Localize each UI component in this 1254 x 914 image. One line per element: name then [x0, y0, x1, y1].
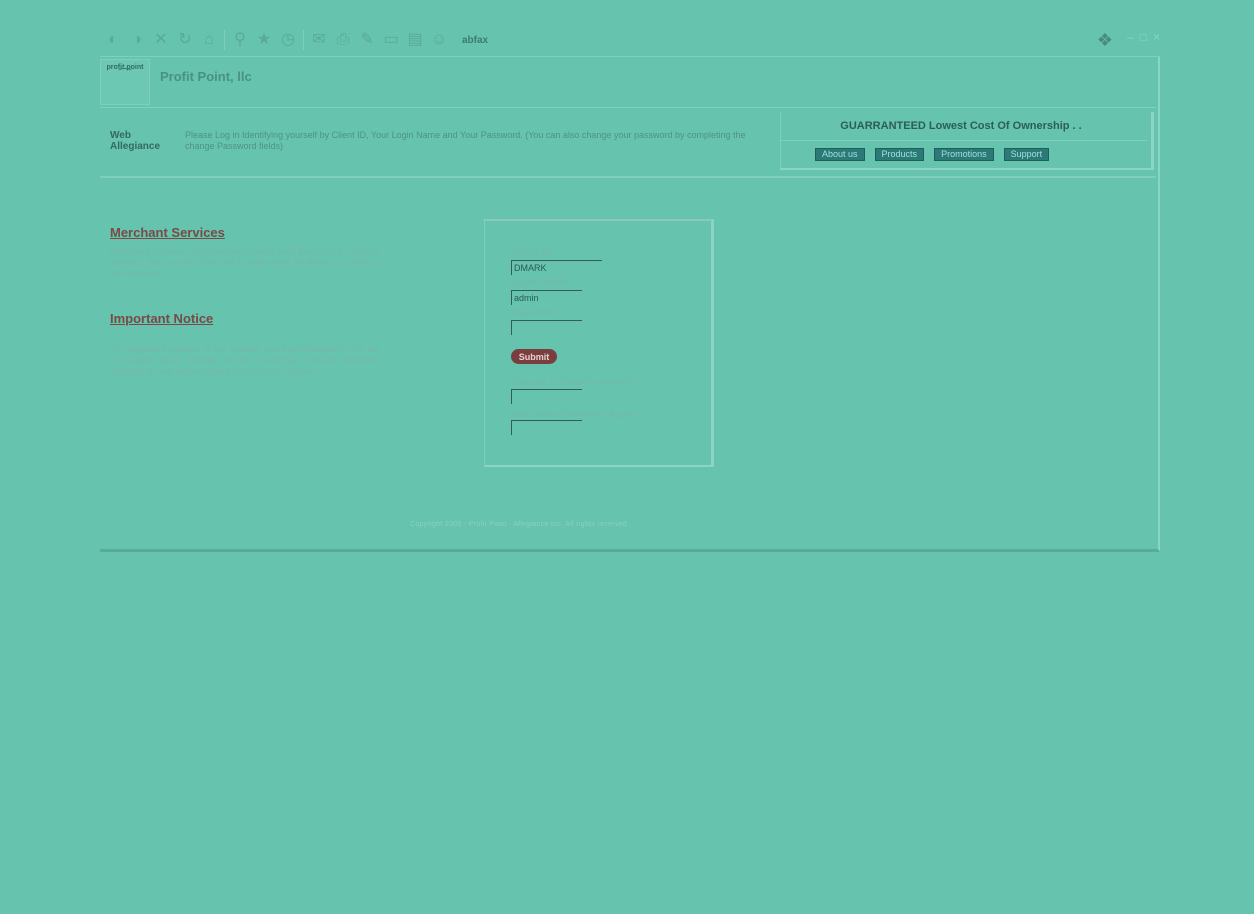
login-name-label: Login Name	[511, 277, 568, 288]
browser-toolbar: ◐ ◑ ✕ ↻ ⌂ ⚲ ★ ◷ ✉ ⎙ ✎ ▭ ▤ ☺ abfax ❖ – □ …	[100, 26, 1160, 57]
merchant-services-heading[interactable]: Merchant Services	[110, 225, 380, 240]
search-icon[interactable]: ⚲	[231, 31, 249, 49]
logo-swoosh-icon: ⁀	[119, 68, 131, 84]
nav-promotions[interactable]: Promotions	[934, 148, 994, 161]
maximize-icon[interactable]: □	[1140, 30, 1147, 51]
home-icon[interactable]: ⌂	[200, 31, 218, 49]
info-column: Merchant Services Merchant Services prov…	[110, 225, 380, 377]
footer-copyright: Copyright 2005 - Profit Point - Allegian…	[410, 521, 630, 528]
password-label: Password	[511, 307, 557, 318]
toolbar-separator	[303, 30, 304, 50]
toolbar-brand[interactable]: abfax	[462, 35, 488, 46]
nav-bar: About us Products Promotions Support	[815, 148, 1050, 161]
toolbar-separator	[224, 30, 225, 50]
messenger-icon[interactable]: ☺	[430, 31, 448, 49]
windows-logo-icon: ❖	[1096, 30, 1114, 50]
research-icon[interactable]: ▤	[406, 31, 424, 49]
favorites-icon[interactable]: ★	[255, 31, 273, 49]
password-input[interactable]	[511, 320, 582, 335]
web-allegiance-label: Web Allegiance	[110, 130, 160, 152]
nav-about-us[interactable]: About us	[815, 148, 865, 161]
promo-panel: GUARRANTEED Lowest Cost Of Ownership . .…	[780, 112, 1154, 170]
info-bar: Web Allegiance Please Log in Identifying…	[100, 107, 1156, 178]
minimize-icon[interactable]: –	[1127, 30, 1134, 51]
login-form: Client ID Login Name Password Submit Cha…	[484, 219, 714, 467]
client-id-label: Client ID	[511, 247, 552, 258]
login-name-input[interactable]	[511, 290, 582, 305]
submit-button[interactable]: Submit	[511, 349, 557, 364]
page-frame: profit point ⁀ Profit Point, llc Web All…	[100, 57, 1160, 552]
promo-title: GUARRANTEED Lowest Cost Of Ownership . .	[840, 120, 1082, 132]
back-icon[interactable]: ◐	[104, 31, 122, 49]
company-name: Profit Point, llc	[160, 69, 252, 84]
client-id-input[interactable]	[511, 260, 602, 275]
window-controls: ❖ – □ ×	[1097, 30, 1160, 51]
discuss-icon[interactable]: ▭	[382, 31, 400, 49]
mail-icon[interactable]: ✉	[310, 31, 328, 49]
stop-icon[interactable]: ✕	[152, 31, 170, 49]
web-label-line1: Web	[110, 130, 131, 141]
web-label-line2: Allegiance	[110, 141, 161, 152]
important-notice-heading[interactable]: Important Notice	[110, 311, 380, 326]
toolbar-icons: ◐ ◑ ✕ ↻ ⌂ ⚲ ★ ◷ ✉ ⎙ ✎ ▭ ▤ ☺ abfax	[104, 30, 488, 50]
nav-products[interactable]: Products	[874, 148, 925, 161]
login-instructions: Please Log in Identifying yourself by Cl…	[185, 130, 746, 151]
promo-divider	[781, 140, 1147, 141]
forward-icon[interactable]: ◑	[128, 31, 146, 49]
logo[interactable]: profit point ⁀	[100, 59, 150, 105]
nav-support[interactable]: Support	[1003, 148, 1050, 161]
edit-icon[interactable]: ✎	[358, 31, 376, 49]
close-icon[interactable]: ×	[1153, 30, 1160, 51]
new-password-again-input[interactable]	[511, 420, 582, 435]
history-icon[interactable]: ◷	[279, 31, 297, 49]
merchant-services-text: Merchant Services provides Merchants wit…	[110, 246, 380, 279]
important-notice-text: An Upgraded version of the system has be…	[110, 344, 380, 377]
new-password-label: Change to New Password	[511, 377, 632, 388]
refresh-icon[interactable]: ↻	[176, 31, 194, 49]
print-icon[interactable]: ⎙	[334, 31, 352, 49]
new-password-again-label: Input New Password Again	[511, 409, 637, 420]
new-password-input[interactable]	[511, 389, 582, 404]
